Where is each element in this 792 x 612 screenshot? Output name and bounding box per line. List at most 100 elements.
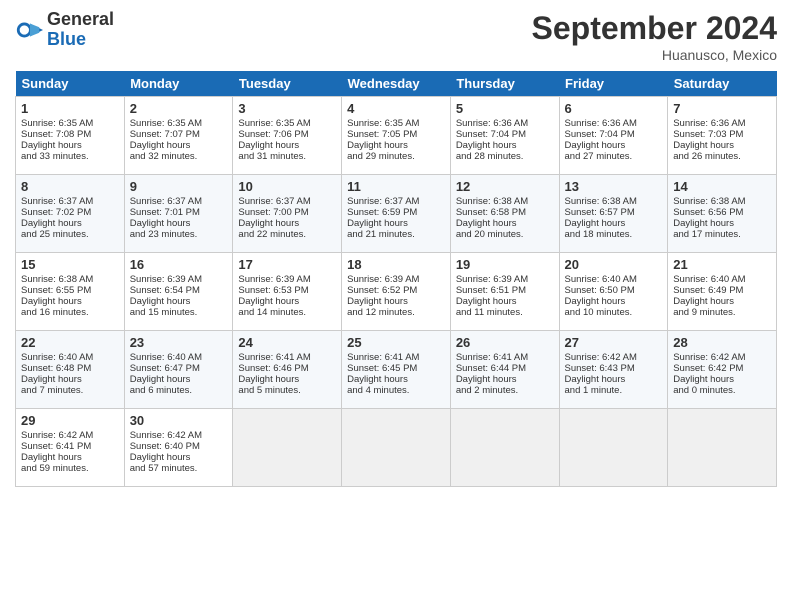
day-number: 16 xyxy=(130,257,228,272)
daylight-duration: and 32 minutes. xyxy=(130,151,198,162)
daylight-duration: and 29 minutes. xyxy=(347,151,415,162)
daylight-label: Daylight hours xyxy=(673,296,734,307)
logo-text: General Blue xyxy=(47,10,114,50)
daylight-duration: and 16 minutes. xyxy=(21,307,89,318)
daylight-duration: and 6 minutes. xyxy=(130,385,192,396)
daylight-duration: and 57 minutes. xyxy=(130,463,198,474)
daylight-duration: and 31 minutes. xyxy=(238,151,306,162)
month-title: September 2024 xyxy=(532,10,777,47)
logo-blue: Blue xyxy=(47,30,114,50)
daylight-duration: and 20 minutes. xyxy=(456,229,524,240)
day-number: 21 xyxy=(673,257,771,272)
calendar-cell: 29 Sunrise: 6:42 AM Sunset: 6:41 PM Dayl… xyxy=(16,409,125,487)
sunset-info: Sunset: 6:56 PM xyxy=(673,207,743,218)
sunset-info: Sunset: 6:49 PM xyxy=(673,285,743,296)
sunrise-info: Sunrise: 6:36 AM xyxy=(673,118,745,129)
daylight-duration: and 17 minutes. xyxy=(673,229,741,240)
day-number: 4 xyxy=(347,101,445,116)
calendar-week-4: 22 Sunrise: 6:40 AM Sunset: 6:48 PM Dayl… xyxy=(16,331,777,409)
day-number: 30 xyxy=(130,413,228,428)
daylight-label: Daylight hours xyxy=(456,140,517,151)
calendar-cell: 30 Sunrise: 6:42 AM Sunset: 6:40 PM Dayl… xyxy=(124,409,233,487)
sunset-info: Sunset: 6:47 PM xyxy=(130,363,200,374)
calendar-cell: 8 Sunrise: 6:37 AM Sunset: 7:02 PM Dayli… xyxy=(16,175,125,253)
calendar-cell: 5 Sunrise: 6:36 AM Sunset: 7:04 PM Dayli… xyxy=(450,97,559,175)
calendar-cell xyxy=(559,409,668,487)
col-tuesday: Tuesday xyxy=(233,71,342,97)
daylight-label: Daylight hours xyxy=(456,296,517,307)
calendar-cell: 4 Sunrise: 6:35 AM Sunset: 7:05 PM Dayli… xyxy=(342,97,451,175)
calendar-cell: 11 Sunrise: 6:37 AM Sunset: 6:59 PM Dayl… xyxy=(342,175,451,253)
day-number: 3 xyxy=(238,101,336,116)
day-number: 28 xyxy=(673,335,771,350)
daylight-label: Daylight hours xyxy=(130,374,191,385)
daylight-duration: and 7 minutes. xyxy=(21,385,83,396)
daylight-label: Daylight hours xyxy=(21,140,82,151)
sunset-info: Sunset: 6:54 PM xyxy=(130,285,200,296)
daylight-duration: and 14 minutes. xyxy=(238,307,306,318)
header-row: Sunday Monday Tuesday Wednesday Thursday… xyxy=(16,71,777,97)
daylight-duration: and 22 minutes. xyxy=(238,229,306,240)
sunset-info: Sunset: 7:04 PM xyxy=(456,129,526,140)
daylight-label: Daylight hours xyxy=(130,140,191,151)
col-friday: Friday xyxy=(559,71,668,97)
day-number: 12 xyxy=(456,179,554,194)
calendar-week-5: 29 Sunrise: 6:42 AM Sunset: 6:41 PM Dayl… xyxy=(16,409,777,487)
sunrise-info: Sunrise: 6:37 AM xyxy=(347,196,419,207)
day-number: 26 xyxy=(456,335,554,350)
daylight-label: Daylight hours xyxy=(347,140,408,151)
day-number: 1 xyxy=(21,101,119,116)
daylight-label: Daylight hours xyxy=(347,374,408,385)
day-number: 11 xyxy=(347,179,445,194)
calendar-cell: 2 Sunrise: 6:35 AM Sunset: 7:07 PM Dayli… xyxy=(124,97,233,175)
daylight-label: Daylight hours xyxy=(21,296,82,307)
daylight-label: Daylight hours xyxy=(565,140,626,151)
sunrise-info: Sunrise: 6:39 AM xyxy=(456,274,528,285)
location: Huanusco, Mexico xyxy=(532,47,777,63)
day-number: 18 xyxy=(347,257,445,272)
day-number: 8 xyxy=(21,179,119,194)
daylight-label: Daylight hours xyxy=(673,140,734,151)
sunset-info: Sunset: 6:52 PM xyxy=(347,285,417,296)
sunrise-info: Sunrise: 6:39 AM xyxy=(347,274,419,285)
logo: General Blue xyxy=(15,10,114,50)
daylight-duration: and 28 minutes. xyxy=(456,151,524,162)
sunset-info: Sunset: 6:40 PM xyxy=(130,441,200,452)
calendar-cell: 3 Sunrise: 6:35 AM Sunset: 7:06 PM Dayli… xyxy=(233,97,342,175)
day-number: 27 xyxy=(565,335,663,350)
calendar-week-1: 1 Sunrise: 6:35 AM Sunset: 7:08 PM Dayli… xyxy=(16,97,777,175)
sunrise-info: Sunrise: 6:38 AM xyxy=(673,196,745,207)
sunrise-info: Sunrise: 6:35 AM xyxy=(238,118,310,129)
calendar-cell: 28 Sunrise: 6:42 AM Sunset: 6:42 PM Dayl… xyxy=(668,331,777,409)
sunrise-info: Sunrise: 6:41 AM xyxy=(238,352,310,363)
sunrise-info: Sunrise: 6:38 AM xyxy=(456,196,528,207)
sunrise-info: Sunrise: 6:42 AM xyxy=(21,430,93,441)
sunrise-info: Sunrise: 6:40 AM xyxy=(130,352,202,363)
calendar-cell: 6 Sunrise: 6:36 AM Sunset: 7:04 PM Dayli… xyxy=(559,97,668,175)
calendar-cell: 1 Sunrise: 6:35 AM Sunset: 7:08 PM Dayli… xyxy=(16,97,125,175)
daylight-duration: and 26 minutes. xyxy=(673,151,741,162)
sunrise-info: Sunrise: 6:42 AM xyxy=(130,430,202,441)
sunset-info: Sunset: 6:51 PM xyxy=(456,285,526,296)
day-number: 20 xyxy=(565,257,663,272)
day-number: 14 xyxy=(673,179,771,194)
sunset-info: Sunset: 7:02 PM xyxy=(21,207,91,218)
main-container: General Blue September 2024 Huanusco, Me… xyxy=(0,0,792,497)
day-number: 13 xyxy=(565,179,663,194)
day-number: 2 xyxy=(130,101,228,116)
daylight-duration: and 15 minutes. xyxy=(130,307,198,318)
calendar-cell: 18 Sunrise: 6:39 AM Sunset: 6:52 PM Dayl… xyxy=(342,253,451,331)
day-number: 10 xyxy=(238,179,336,194)
sunset-info: Sunset: 7:03 PM xyxy=(673,129,743,140)
sunrise-info: Sunrise: 6:37 AM xyxy=(130,196,202,207)
daylight-duration: and 4 minutes. xyxy=(347,385,409,396)
col-thursday: Thursday xyxy=(450,71,559,97)
daylight-duration: and 33 minutes. xyxy=(21,151,89,162)
daylight-label: Daylight hours xyxy=(347,218,408,229)
daylight-label: Daylight hours xyxy=(565,374,626,385)
calendar-cell xyxy=(668,409,777,487)
calendar-cell: 10 Sunrise: 6:37 AM Sunset: 7:00 PM Dayl… xyxy=(233,175,342,253)
day-number: 22 xyxy=(21,335,119,350)
calendar-table: Sunday Monday Tuesday Wednesday Thursday… xyxy=(15,71,777,487)
sunrise-info: Sunrise: 6:35 AM xyxy=(21,118,93,129)
